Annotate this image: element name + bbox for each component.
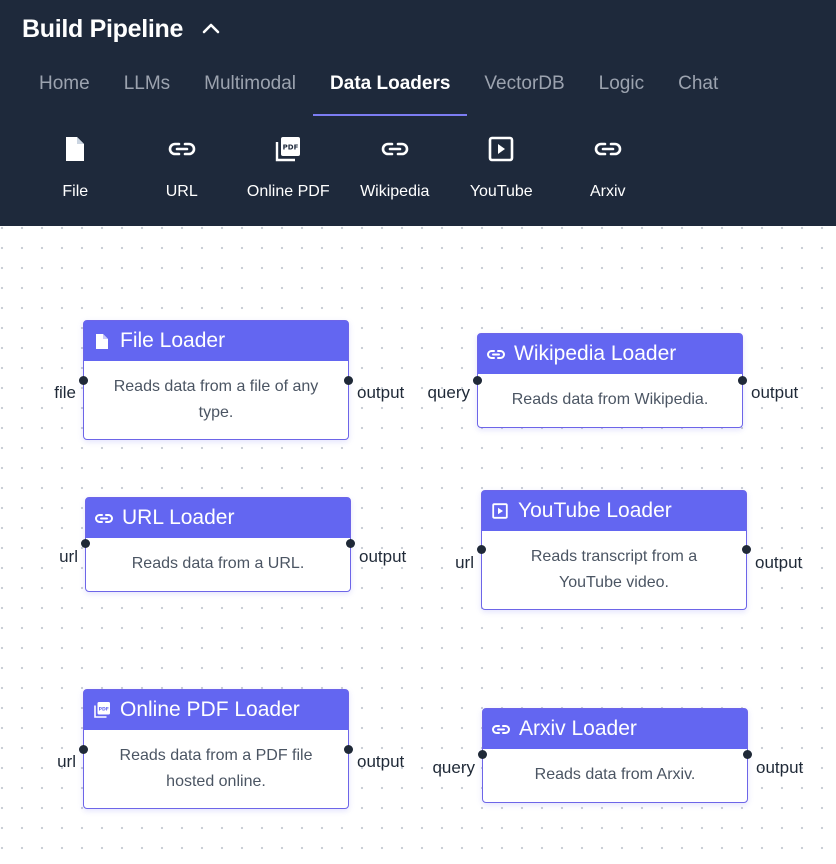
node-header: URL Loader xyxy=(86,498,350,538)
pdf-icon: PDF xyxy=(94,702,110,718)
node-header: File Loader xyxy=(84,321,348,361)
link-icon xyxy=(168,142,195,156)
tool-label: Wikipedia xyxy=(360,183,430,200)
svg-text:PDF: PDF xyxy=(283,144,299,152)
output-label: output xyxy=(357,752,405,771)
input-handle[interactable] xyxy=(477,545,486,554)
url-loader-node[interactable]: URL Loader Reads data from a URL. url ou… xyxy=(59,497,406,592)
file-icon xyxy=(96,333,108,349)
node-header: Arxiv Loader xyxy=(483,709,747,749)
youtube-loader-node[interactable]: YouTube Loader Reads transcript from a Y… xyxy=(455,490,802,610)
output-label: output xyxy=(751,383,799,402)
play-icon xyxy=(492,503,508,519)
tab-data-loaders[interactable]: Data Loaders xyxy=(313,62,468,116)
tool-online-pdf[interactable]: PDF Online PDF xyxy=(235,124,342,214)
input-label: url xyxy=(57,752,76,771)
node-title: Wikipedia Loader xyxy=(514,342,677,365)
node-title: URL Loader xyxy=(122,506,235,529)
pipeline-canvas[interactable]: File Loader Reads data from a file of an… xyxy=(0,226,836,864)
tool-youtube[interactable]: YouTube xyxy=(448,124,555,214)
play-icon xyxy=(488,136,514,162)
node-description: Reads data from Wikipedia. xyxy=(511,391,709,408)
node-title: Online PDF Loader xyxy=(120,698,300,721)
node-description: Reads data from a URL. xyxy=(131,555,305,572)
node-title: File Loader xyxy=(120,329,226,352)
arxiv-loader-node[interactable]: Arxiv Loader Reads data from Arxiv. quer… xyxy=(432,708,803,803)
output-handle[interactable] xyxy=(743,750,752,759)
chevron-up-icon xyxy=(202,23,220,34)
tool-label: YouTube xyxy=(469,183,533,200)
file-icon xyxy=(66,137,85,161)
link-icon xyxy=(487,349,505,359)
tool-label: Arxiv xyxy=(589,183,626,200)
input-label: file xyxy=(54,383,76,402)
input-handle[interactable] xyxy=(79,376,88,385)
tab-home[interactable]: Home xyxy=(22,62,107,116)
tool-url[interactable]: URL xyxy=(129,124,236,214)
link-icon xyxy=(95,513,113,523)
output-handle[interactable] xyxy=(344,745,353,754)
input-handle[interactable] xyxy=(473,376,482,385)
node-header: YouTube Loader xyxy=(482,491,746,531)
node-header: Wikipedia Loader xyxy=(478,334,742,374)
loader-toolbar: File URL PDF Online PDF Wikipedia YouTub… xyxy=(22,124,661,214)
input-handle[interactable] xyxy=(81,539,90,548)
node-header: PDF Online PDF Loader xyxy=(84,690,348,730)
output-handle[interactable] xyxy=(344,376,353,385)
online-pdf-loader-node[interactable]: PDF Online PDF Loader Reads data from a … xyxy=(57,689,404,809)
input-handle[interactable] xyxy=(478,750,487,759)
file-loader-node[interactable]: File Loader Reads data from a file of an… xyxy=(54,320,404,440)
pipeline-header: Build Pipeline Home LLMs Multimodal Data… xyxy=(0,0,836,226)
tool-label: File xyxy=(62,183,89,200)
output-handle[interactable] xyxy=(738,376,747,385)
input-label: url xyxy=(59,547,78,566)
link-icon xyxy=(381,142,408,156)
tab-chat[interactable]: Chat xyxy=(661,62,735,116)
tool-label: URL xyxy=(165,183,198,200)
output-label: output xyxy=(359,547,407,566)
link-icon xyxy=(492,724,510,734)
tab-llms[interactable]: LLMs xyxy=(107,62,187,116)
output-label: output xyxy=(357,383,405,402)
input-handle[interactable] xyxy=(79,745,88,754)
tab-vectordb[interactable]: VectorDB xyxy=(467,62,581,116)
link-icon xyxy=(594,142,621,156)
input-label: url xyxy=(455,553,474,572)
tab-logic[interactable]: Logic xyxy=(582,62,661,116)
wikipedia-loader-node[interactable]: Wikipedia Loader Reads data from Wikiped… xyxy=(427,333,798,428)
page-title: Build Pipeline xyxy=(22,15,184,43)
node-description: Reads data from a PDF file hosted online… xyxy=(119,746,313,790)
pdf-icon: PDF xyxy=(276,137,301,162)
node-title: Arxiv Loader xyxy=(519,717,637,740)
tool-file[interactable]: File xyxy=(22,124,129,214)
output-handle[interactable] xyxy=(742,545,751,554)
input-label: query xyxy=(432,758,475,777)
node-description: Reads transcript from a YouTube video. xyxy=(530,547,698,591)
input-label: query xyxy=(427,383,470,402)
output-label: output xyxy=(756,758,804,777)
node-title: YouTube Loader xyxy=(518,499,672,522)
collapse-button[interactable] xyxy=(198,14,224,44)
node-description: Reads data from a file of any type. xyxy=(113,377,319,421)
node-description: Reads data from Arxiv. xyxy=(534,766,696,783)
svg-text:PDF: PDF xyxy=(99,707,109,713)
category-tabs: Home LLMs Multimodal Data Loaders Vector… xyxy=(22,62,735,116)
output-label: output xyxy=(755,553,803,572)
output-handle[interactable] xyxy=(346,539,355,548)
tab-multimodal[interactable]: Multimodal xyxy=(187,62,313,116)
tool-wikipedia[interactable]: Wikipedia xyxy=(342,124,449,214)
tool-label: Online PDF xyxy=(246,183,330,200)
tool-arxiv[interactable]: Arxiv xyxy=(555,124,662,214)
